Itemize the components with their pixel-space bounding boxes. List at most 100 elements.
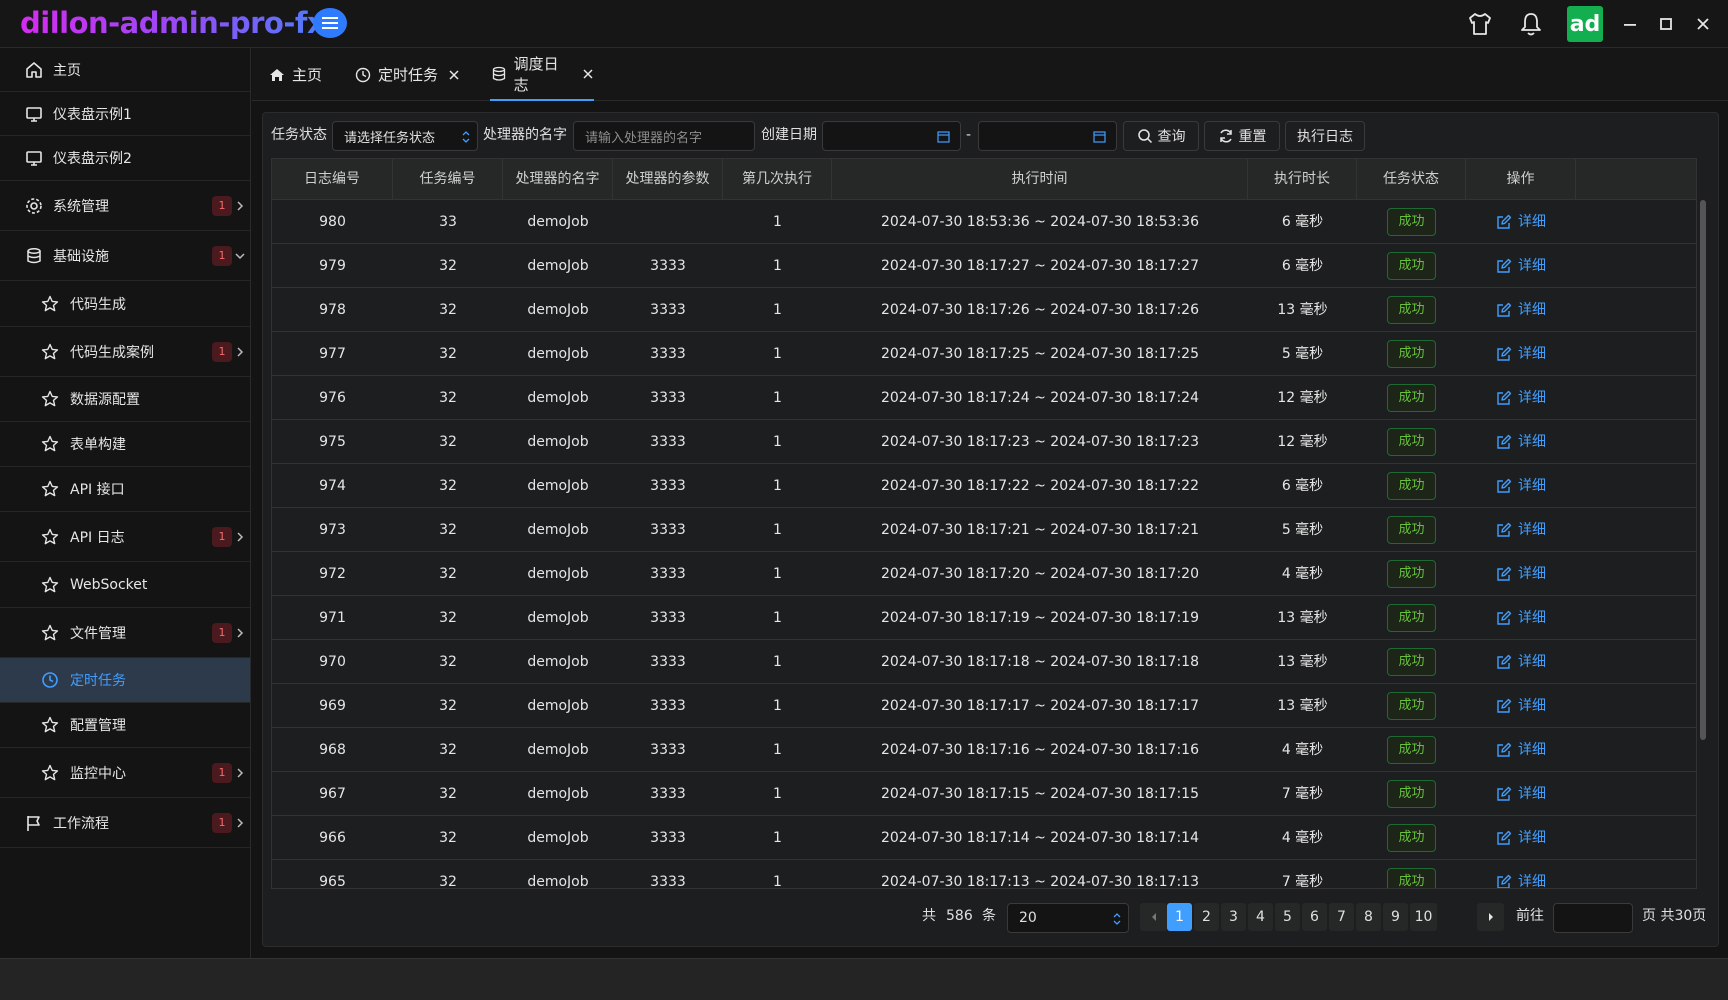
next-page-button[interactable] <box>1477 903 1504 931</box>
table-row[interactable]: 967 32 demoJob 3333 1 2024-07-30 18:17:15 ~ 2… <box>272 772 1696 816</box>
column-header[interactable]: 执行时长 <box>1248 159 1357 200</box>
menu-toggle-button[interactable] <box>313 8 347 38</box>
page-button[interactable]: 10 <box>1410 903 1437 931</box>
table-row[interactable]: 973 32 demoJob 3333 1 2024-07-30 18:17:21 ~ 2… <box>272 508 1696 552</box>
page-button[interactable]: 3 <box>1221 903 1246 931</box>
sidebar-item-api[interactable]: API 接口 <box>0 467 250 512</box>
goto-page-input[interactable] <box>1553 903 1633 933</box>
table-scrollbar[interactable] <box>1700 200 1706 740</box>
table-row[interactable]: 977 32 demoJob 3333 1 2024-07-30 18:17:25 ~ 2… <box>272 332 1696 376</box>
tab-schedule-log[interactable]: 调度日志 <box>490 48 594 101</box>
column-header[interactable]: 操作 <box>1466 159 1576 200</box>
detail-button[interactable]: 详细 <box>1496 860 1546 888</box>
table-row[interactable]: 979 32 demoJob 3333 1 2024-07-30 18:17:27 ~ 2… <box>272 244 1696 288</box>
sidebar-item-form-builder[interactable]: 表单构建 <box>0 422 250 467</box>
tab-home[interactable]: 主页 <box>268 48 322 101</box>
page-button[interactable]: 5 <box>1275 903 1300 931</box>
query-button[interactable]: 查询 <box>1123 121 1199 151</box>
action-cell: 详细 <box>1466 860 1576 888</box>
detail-button[interactable]: 详细 <box>1496 244 1546 288</box>
column-header[interactable]: 处理器的名字 <box>503 159 613 200</box>
close-window-button[interactable] <box>1691 12 1715 36</box>
detail-button[interactable]: 详细 <box>1496 816 1546 860</box>
page-button[interactable]: 4 <box>1248 903 1273 931</box>
detail-button[interactable]: 详细 <box>1496 200 1546 244</box>
start-date-picker[interactable] <box>822 121 961 151</box>
sidebar-item-dashboard1[interactable]: 仪表盘示例1 <box>0 92 250 136</box>
sidebar-item-scheduled-tasks[interactable]: 定时任务 <box>0 658 250 703</box>
sidebar-item-codegen[interactable]: 代码生成 <box>0 281 250 327</box>
avatar[interactable]: ad <box>1567 6 1603 42</box>
table-row[interactable]: 969 32 demoJob 3333 1 2024-07-30 18:17:17 ~ 2… <box>272 684 1696 728</box>
page-button[interactable]: 2 <box>1194 903 1219 931</box>
table-row[interactable]: 965 32 demoJob 3333 1 2024-07-30 18:17:13 ~ 2… <box>272 860 1696 888</box>
table-row[interactable]: 966 32 demoJob 3333 1 2024-07-30 18:17:14 ~ 2… <box>272 816 1696 860</box>
column-header[interactable]: 任务编号 <box>393 159 503 200</box>
close-icon[interactable] <box>582 68 594 80</box>
count-badge: 1 <box>212 341 232 362</box>
prev-page-button[interactable] <box>1140 903 1167 931</box>
page-button[interactable]: 7 <box>1329 903 1354 931</box>
handler-input[interactable]: 请输入处理器的名字 <box>573 121 755 151</box>
page-button[interactable]: 6 <box>1302 903 1327 931</box>
sidebar-item-workflow[interactable]: 工作流程 1 <box>0 798 250 848</box>
table-cell: 1 <box>773 478 782 494</box>
sidebar-item-system[interactable]: 系统管理 1 <box>0 181 250 231</box>
detail-button[interactable]: 详细 <box>1496 420 1546 464</box>
table-row[interactable]: 980 33 demoJob 1 2024-07-30 18:53:36 ~ 2024-… <box>272 200 1696 244</box>
column-header[interactable]: 执行时间 <box>832 159 1248 200</box>
table-row[interactable]: 975 32 demoJob 3333 1 2024-07-30 18:17:23 ~ 2… <box>272 420 1696 464</box>
clock-icon <box>354 66 372 84</box>
maximize-button[interactable] <box>1654 12 1678 36</box>
detail-button[interactable]: 详细 <box>1496 728 1546 772</box>
detail-button[interactable]: 详细 <box>1496 288 1546 332</box>
table-row[interactable]: 972 32 demoJob 3333 1 2024-07-30 18:17:20 ~ 2… <box>272 552 1696 596</box>
detail-button[interactable]: 详细 <box>1496 508 1546 552</box>
sidebar-item-codegen-cases[interactable]: 代码生成案例 1 <box>0 327 250 377</box>
sidebar-item-datasource[interactable]: 数据源配置 <box>0 377 250 422</box>
table-row[interactable]: 976 32 demoJob 3333 1 2024-07-30 18:17:24 ~ 2… <box>272 376 1696 420</box>
detail-button[interactable]: 详细 <box>1496 552 1546 596</box>
reset-button[interactable]: 重置 <box>1204 121 1280 151</box>
page-button[interactable]: 8 <box>1356 903 1381 931</box>
table-row[interactable]: 970 32 demoJob 3333 1 2024-07-30 18:17:18 ~ 2… <box>272 640 1696 684</box>
page-button[interactable]: 9 <box>1383 903 1408 931</box>
close-icon[interactable] <box>448 69 460 81</box>
sidebar-item-config[interactable]: 配置管理 <box>0 703 250 748</box>
sidebar-item-home[interactable]: 主页 <box>0 48 250 92</box>
table-row[interactable]: 968 32 demoJob 3333 1 2024-07-30 18:17:16 ~ 2… <box>272 728 1696 772</box>
tab-scheduled-tasks[interactable]: 定时任务 <box>354 48 460 101</box>
table-cell: 2024-07-30 18:17:27 ~ 2024-07-30 18:17:2… <box>880 258 1199 274</box>
column-header[interactable]: 处理器的参数 <box>613 159 723 200</box>
detail-button[interactable]: 详细 <box>1496 596 1546 640</box>
detail-button[interactable]: 详细 <box>1496 772 1546 816</box>
status-cell: 成功 <box>1357 640 1466 684</box>
end-date-picker[interactable] <box>978 121 1117 151</box>
table-row[interactable]: 974 32 demoJob 3333 1 2024-07-30 18:17:22 ~ 2… <box>272 464 1696 508</box>
exec-log-button[interactable]: 执行日志 <box>1285 121 1365 151</box>
sidebar-item-infrastructure[interactable]: 基础设施 1 <box>0 231 250 281</box>
sidebar-item-monitor[interactable]: 监控中心 1 <box>0 748 250 798</box>
column-header[interactable]: 日志编号 <box>272 159 393 200</box>
table-row[interactable]: 971 32 demoJob 3333 1 2024-07-30 18:17:19 ~ 2… <box>272 596 1696 640</box>
column-header[interactable]: 任务状态 <box>1357 159 1466 200</box>
action-cell: 详细 <box>1466 772 1576 816</box>
theme-button[interactable] <box>1465 9 1495 39</box>
table-row[interactable]: 978 32 demoJob 3333 1 2024-07-30 18:17:26 ~ 2… <box>272 288 1696 332</box>
sidebar-item-dashboard2[interactable]: 仪表盘示例2 <box>0 136 250 181</box>
column-header[interactable]: 第几次执行 <box>723 159 832 200</box>
sidebar-item-files[interactable]: 文件管理 1 <box>0 608 250 658</box>
detail-button[interactable]: 详细 <box>1496 684 1546 728</box>
detail-button[interactable]: 详细 <box>1496 640 1546 684</box>
sidebar-item-label: 文件管理 <box>70 625 126 642</box>
page-button[interactable]: 1 <box>1167 903 1192 931</box>
detail-button[interactable]: 详细 <box>1496 464 1546 508</box>
minimize-button[interactable] <box>1618 12 1642 36</box>
detail-button[interactable]: 详细 <box>1496 376 1546 420</box>
status-select[interactable]: 请选择任务状态 <box>332 121 478 151</box>
sidebar-item-websocket[interactable]: WebSocket <box>0 562 250 608</box>
detail-button[interactable]: 详细 <box>1496 332 1546 376</box>
sidebar-item-api-log[interactable]: API 日志 1 <box>0 512 250 562</box>
page-size-select[interactable]: 20 <box>1007 903 1129 933</box>
notification-button[interactable] <box>1516 9 1546 39</box>
